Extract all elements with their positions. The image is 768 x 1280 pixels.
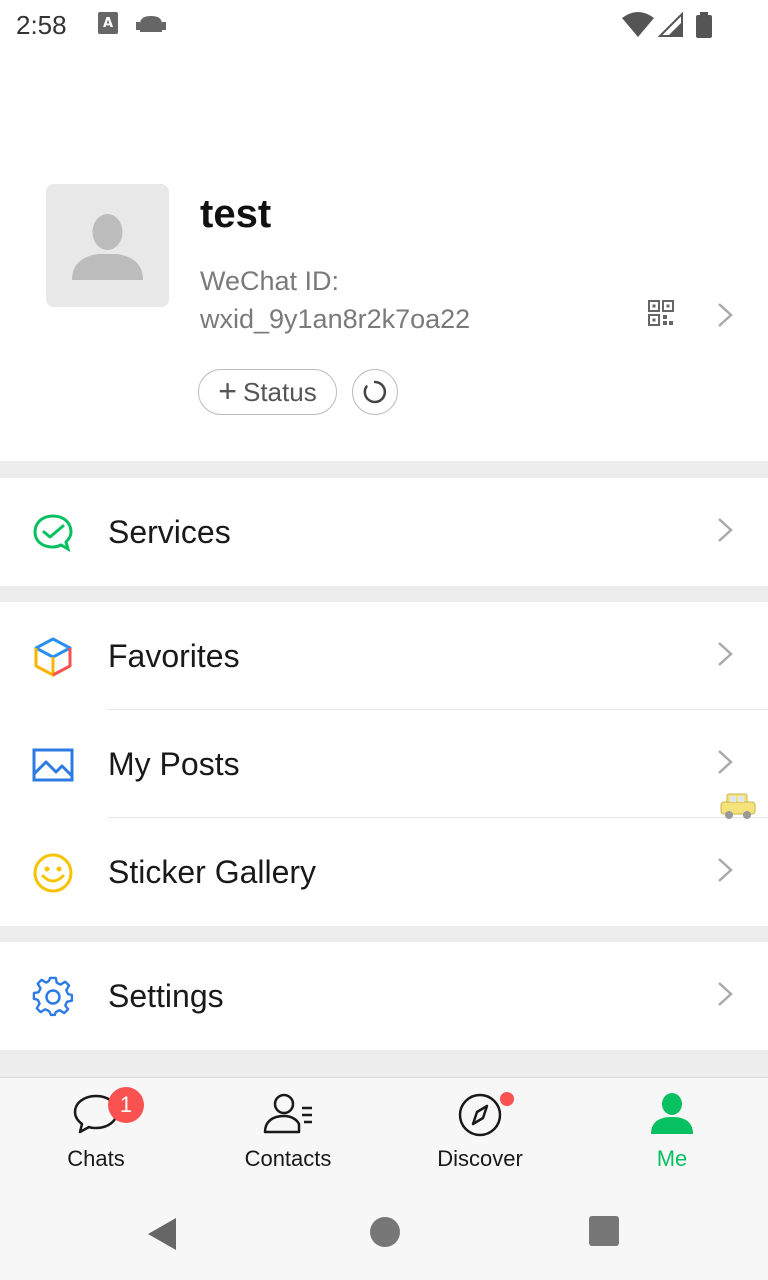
profile-header[interactable]: test WeChat ID: wxid_9y1an8r2k7oa22 + St… bbox=[0, 52, 768, 461]
new-content-dot bbox=[500, 1092, 514, 1106]
android-notification-icon bbox=[136, 12, 166, 39]
status-button-label: Status bbox=[242, 376, 317, 407]
menu-item-services[interactable]: Services bbox=[0, 478, 768, 586]
tab-label-discover: Discover bbox=[437, 1146, 523, 1171]
wechat-id: wxid_9y1an8r2k7oa22 bbox=[200, 304, 471, 334]
unread-badge: 1 bbox=[108, 1087, 144, 1123]
home-icon[interactable] bbox=[369, 1216, 401, 1253]
tab-label-chats: Chats bbox=[67, 1146, 125, 1171]
menu-item-my-posts[interactable]: My Posts bbox=[0, 710, 768, 818]
menu-group-content: Favorites My Posts Sticker Gallery bbox=[0, 602, 768, 926]
image-icon bbox=[32, 744, 74, 786]
menu-group-settings: Settings bbox=[0, 942, 768, 1050]
tab-label-contacts: Contacts bbox=[244, 1146, 332, 1171]
qr-code-icon[interactable] bbox=[648, 300, 674, 331]
chevron-right-icon bbox=[716, 749, 734, 780]
default-avatar-icon bbox=[72, 214, 143, 280]
chevron-right-icon bbox=[716, 517, 734, 548]
floating-taxi-icon[interactable] bbox=[718, 790, 758, 827]
menu-label-my-posts: My Posts bbox=[108, 746, 240, 782]
menu-group-services: Services bbox=[0, 478, 768, 586]
plus-icon: + bbox=[218, 372, 237, 409]
contacts-icon bbox=[262, 1092, 314, 1141]
favorites-cube-icon bbox=[32, 636, 74, 678]
tab-me[interactable]: Me bbox=[576, 1078, 768, 1191]
wifi-icon bbox=[622, 12, 654, 43]
system-navigation-bar bbox=[0, 1190, 768, 1280]
back-icon[interactable] bbox=[146, 1216, 178, 1257]
chevron-right-icon bbox=[716, 641, 734, 672]
gear-icon bbox=[32, 976, 74, 1018]
chevron-right-icon bbox=[716, 857, 734, 888]
status-bar: 2:58 A bbox=[0, 0, 768, 52]
refresh-circle-icon bbox=[363, 380, 387, 404]
add-status-button[interactable]: + Status bbox=[198, 369, 337, 415]
avatar[interactable] bbox=[46, 184, 169, 307]
keyboard-notification-icon: A bbox=[98, 12, 118, 39]
person-icon bbox=[649, 1092, 695, 1141]
menu-label-settings: Settings bbox=[108, 978, 224, 1014]
menu-item-sticker-gallery[interactable]: Sticker Gallery bbox=[0, 818, 768, 926]
bottom-tab-bar: 1 Chats Contacts Discover Me bbox=[0, 1077, 768, 1190]
chevron-right-icon bbox=[716, 981, 734, 1012]
menu-item-favorites[interactable]: Favorites bbox=[0, 602, 768, 710]
recents-icon[interactable] bbox=[589, 1216, 619, 1251]
menu-label-services: Services bbox=[108, 514, 231, 550]
tab-chats[interactable]: 1 Chats bbox=[0, 1078, 192, 1191]
menu-label-favorites: Favorites bbox=[108, 638, 240, 674]
status-history-button[interactable] bbox=[352, 369, 398, 415]
menu-item-settings[interactable]: Settings bbox=[0, 942, 768, 1050]
chevron-right-icon bbox=[716, 302, 734, 333]
battery-icon bbox=[695, 12, 713, 43]
profile-name: test bbox=[200, 192, 272, 236]
compass-icon bbox=[457, 1092, 503, 1143]
menu-label-sticker-gallery: Sticker Gallery bbox=[108, 854, 317, 890]
smiley-icon bbox=[32, 852, 74, 894]
wechat-id-label: WeChat ID: bbox=[200, 266, 340, 296]
tab-discover[interactable]: Discover bbox=[384, 1078, 576, 1191]
cellular-signal-icon bbox=[657, 11, 684, 43]
status-time: 2:58 bbox=[16, 10, 67, 40]
tab-contacts[interactable]: Contacts bbox=[192, 1078, 384, 1191]
tab-label-me: Me bbox=[656, 1146, 688, 1171]
svg-text:A: A bbox=[103, 16, 113, 31]
services-icon bbox=[32, 512, 74, 554]
